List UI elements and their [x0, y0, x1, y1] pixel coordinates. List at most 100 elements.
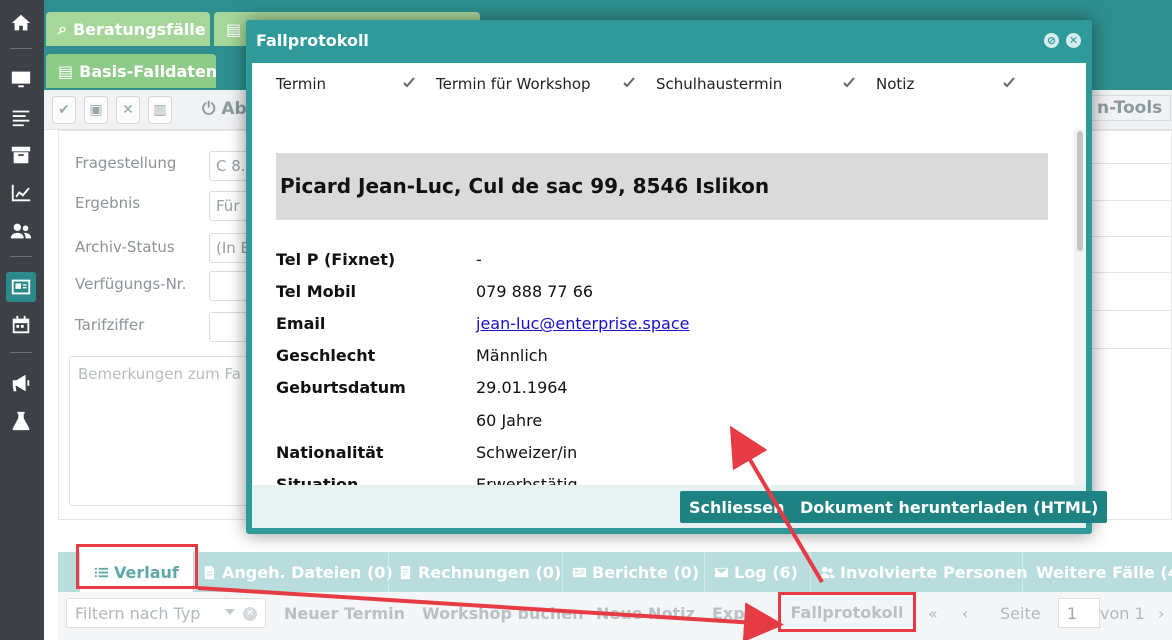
- check-icon[interactable]: ✔: [52, 96, 76, 124]
- page-number-input[interactable]: 1: [1058, 598, 1100, 628]
- info-value: Schweizer/in: [476, 443, 578, 462]
- close-icon[interactable]: ✕: [1066, 33, 1081, 48]
- sidebar-divider: [10, 256, 32, 257]
- tarifziffer-label: Tarifziffer: [75, 316, 145, 334]
- power-action[interactable]: ⏻ Ab: [202, 99, 247, 119]
- verfuegung-label: Verfügungs-Nr.: [75, 275, 187, 293]
- list-icon[interactable]: [6, 102, 36, 132]
- filter-termin-checkbox[interactable]: [402, 75, 416, 89]
- field-divider: [1086, 348, 1172, 349]
- monitor-icon[interactable]: [6, 64, 36, 94]
- neue-notiz-button[interactable]: Neue Notiz: [596, 604, 695, 623]
- tab-basis-falldaten[interactable]: ▤ Basis-Falldaten: [46, 54, 216, 88]
- flask-icon[interactable]: [6, 406, 36, 436]
- tarifziffer-field[interactable]: [209, 312, 249, 342]
- tab-divider: [704, 552, 705, 592]
- sidebar-divider: [10, 48, 32, 49]
- chevron-down-icon: [225, 609, 235, 615]
- tab-beratungsfaelle[interactable]: ⌕ Beratungsfälle: [46, 12, 210, 46]
- tab-divider: [810, 552, 811, 592]
- id-card-icon: ▤: [58, 61, 74, 81]
- info-label: Geschlecht: [276, 346, 376, 365]
- tab-divider: [1022, 552, 1023, 592]
- workshop-buchen-button[interactable]: Workshop buchen: [422, 604, 584, 623]
- filter-termin-workshop-checkbox[interactable]: [622, 75, 636, 89]
- page-count-label: von 1: [1100, 604, 1145, 623]
- tab-log[interactable]: Log (6): [714, 552, 798, 592]
- tab-label: Basis-Falldaten: [79, 61, 216, 81]
- tab-angeh-dateien[interactable]: Angeh. Dateien (0): [202, 552, 393, 592]
- scrollbar-thumb[interactable]: [1077, 131, 1083, 251]
- search-icon: ⌕: [58, 19, 67, 38]
- bemerkungen-textarea[interactable]: Bemerkungen zum Fa: [69, 356, 259, 506]
- field-divider: [1086, 163, 1172, 164]
- tab-weitere-faelle[interactable]: Weitere Fälle (46: [1036, 552, 1172, 592]
- clear-icon[interactable]: ✕: [243, 607, 257, 621]
- fragestellung-field[interactable]: C 8.: [209, 151, 249, 181]
- home-icon[interactable]: [6, 8, 36, 38]
- type-filter-select[interactable]: Filtern nach Typ ✕: [66, 598, 266, 628]
- check-icon: [1003, 77, 1015, 88]
- megaphone-icon[interactable]: [6, 368, 36, 398]
- prev-page-button[interactable]: ‹: [962, 604, 968, 623]
- id-card-icon[interactable]: [6, 272, 36, 302]
- mail-icon: [714, 567, 729, 577]
- first-page-button[interactable]: «: [928, 604, 938, 623]
- tab-rechnungen[interactable]: Rechnungen (0): [398, 552, 561, 592]
- tab-label: Berichte (0): [592, 562, 700, 582]
- filter-schulhaustermin-label: Schulhaustermin: [656, 75, 783, 93]
- chart-icon[interactable]: [6, 178, 36, 208]
- close-icon[interactable]: ✕: [116, 96, 140, 124]
- users-icon[interactable]: [6, 216, 36, 246]
- tab-involvierte-personen[interactable]: Involvierte Personen: [820, 552, 1028, 592]
- info-label: Email: [276, 314, 326, 333]
- tab-label: Weitere Fälle (46: [1036, 562, 1172, 582]
- archiv-status-field[interactable]: (In E: [209, 233, 249, 263]
- filter-notiz-checkbox[interactable]: [1002, 75, 1016, 89]
- tab-label: Log (6): [734, 562, 798, 582]
- verfuegung-field[interactable]: [209, 271, 249, 301]
- dialog-scrollbar[interactable]: [1074, 129, 1086, 485]
- filter-termin-label: Termin: [276, 75, 327, 93]
- info-label: Geburtsdatum: [276, 378, 406, 397]
- dialog-body: Termin Termin für Workshop Schulhausterm…: [252, 63, 1086, 485]
- field-divider: [1086, 310, 1172, 311]
- info-label: Nationalität: [276, 443, 384, 462]
- save-icon[interactable]: ▣: [84, 96, 108, 124]
- info-label: Tel P (Fixnet): [276, 250, 396, 269]
- ergebnis-field[interactable]: Für: [209, 191, 249, 221]
- download-html-button[interactable]: Dokument herunterladen (HTML): [791, 491, 1108, 523]
- info-value: -: [476, 250, 482, 269]
- export-button[interactable]: Expo: [712, 604, 756, 623]
- next-page-button[interactable]: ›: [1158, 604, 1164, 623]
- neuer-termin-button[interactable]: Neuer Termin: [284, 604, 405, 623]
- info-value: Erwerbstätig: [476, 475, 578, 485]
- id-card-icon: ▤: [226, 19, 242, 39]
- archive-icon[interactable]: [6, 140, 36, 170]
- sidebar-divider: [10, 352, 32, 353]
- history-action-bar: Filtern nach Typ ✕ Neuer Termin Workshop…: [58, 592, 1172, 640]
- tab-label: Beratungsfälle: [72, 19, 206, 39]
- users-icon: [820, 566, 835, 578]
- tab-divider: [388, 552, 389, 592]
- calendar-icon[interactable]: [6, 310, 36, 340]
- filter-placeholder: Filtern nach Typ: [75, 604, 201, 623]
- invoice-icon: [400, 565, 411, 579]
- schliessen-button[interactable]: Schliessen: [680, 491, 794, 523]
- tab-label: Rechnungen (0): [418, 562, 562, 582]
- email-link[interactable]: jean-luc@enterprise.space: [476, 314, 689, 333]
- field-divider: [1086, 236, 1172, 237]
- ergebnis-label: Ergebnis: [75, 194, 141, 212]
- fallprotokoll-button[interactable]: Fallprotokoll: [778, 592, 916, 632]
- filter-termin-workshop-label: Termin für Workshop: [436, 75, 591, 93]
- info-value: 079 888 77 66: [476, 282, 594, 301]
- tools-button[interactable]: n-Tools: [1088, 95, 1172, 121]
- field-divider: [1086, 200, 1172, 201]
- restore-icon[interactable]: ⊘: [1044, 33, 1059, 48]
- info-value: Männlich: [476, 346, 548, 365]
- verlauf-annotation-box: [76, 544, 198, 589]
- filter-schulhaustermin-checkbox[interactable]: [842, 75, 856, 89]
- tab-berichte[interactable]: Berichte (0): [572, 552, 699, 592]
- tab-label: Angeh. Dateien (0): [222, 562, 393, 582]
- trash-icon[interactable]: ▥: [148, 96, 172, 124]
